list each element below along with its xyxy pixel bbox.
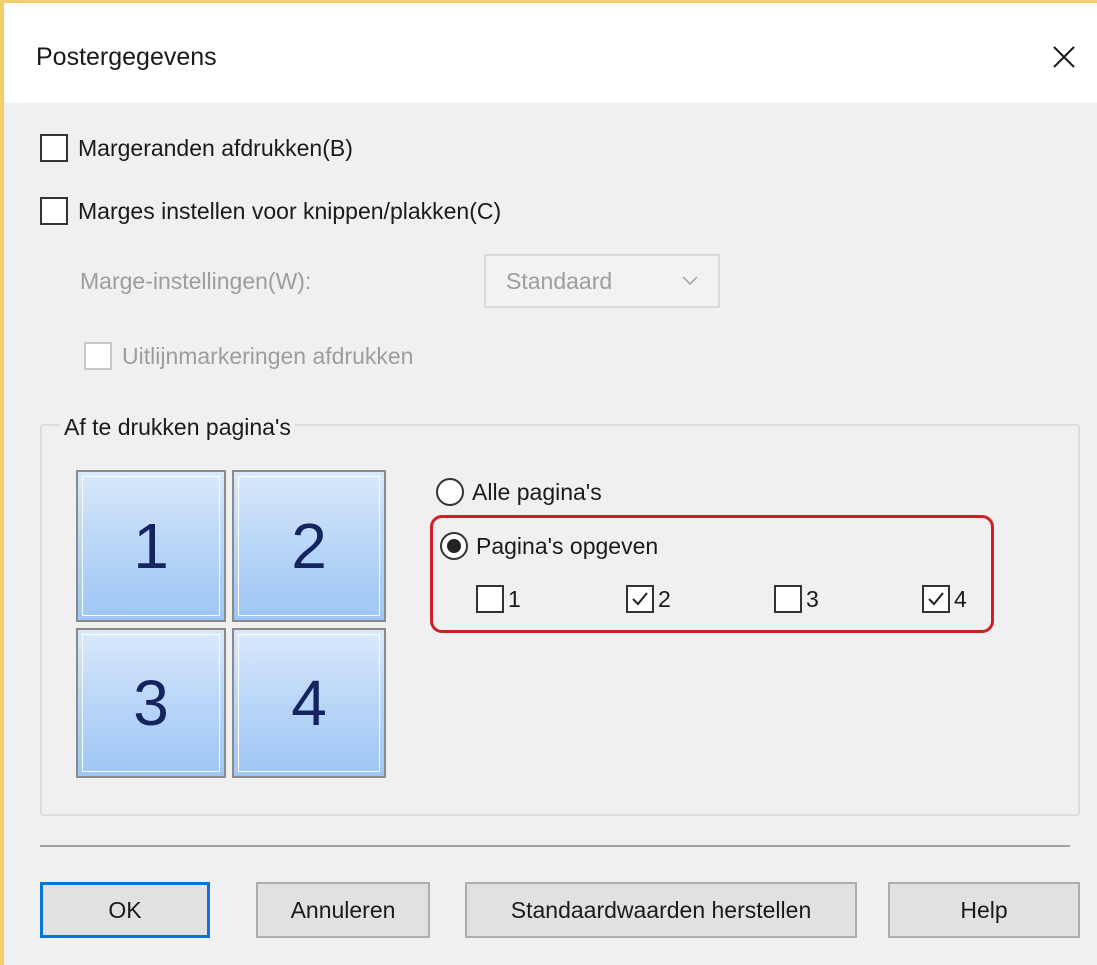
close-icon	[1053, 46, 1075, 68]
dialog-title: Postergegevens	[36, 43, 217, 71]
margin-settings-select[interactable]: Standaard	[484, 254, 720, 308]
checkmark-icon	[632, 592, 648, 606]
cut-paste-margins-checkbox[interactable]	[40, 197, 68, 225]
page-tile-1: 1	[76, 470, 226, 622]
page-checkbox-4[interactable]: 4	[922, 585, 967, 613]
margin-settings-value: Standaard	[506, 267, 613, 294]
cancel-button-label: Annuleren	[290, 896, 396, 923]
alignment-marks-option[interactable]: Uitlijnmarkeringen afdrukken	[84, 342, 413, 370]
cut-paste-margins-option[interactable]: Marges instellen voor knippen/plakken(C)	[40, 197, 501, 225]
restore-defaults-label: Standaardwaarden herstellen	[510, 896, 812, 923]
all-pages-label: Alle pagina's	[472, 478, 602, 505]
page-3-label: 3	[806, 585, 819, 612]
margin-settings-label: Marge-instellingen(W):	[80, 268, 312, 294]
margin-settings-row: Marge-instellingen(W):	[80, 268, 311, 295]
ok-button-label: OK	[108, 896, 142, 923]
ok-button[interactable]: OK	[40, 882, 210, 938]
page-tile-2: 2	[232, 470, 386, 622]
page-tile-number: 2	[291, 510, 327, 582]
all-pages-radio[interactable]	[436, 478, 464, 506]
print-margin-borders-label: Margeranden afdrukken(B)	[78, 134, 353, 161]
help-button-label: Help	[960, 896, 1008, 923]
title-bar: Postergegevens	[4, 3, 1097, 103]
specify-pages-option[interactable]: Pagina's opgeven	[440, 532, 658, 560]
window-border-left	[0, 0, 4, 965]
page-checkbox-1[interactable]: 1	[476, 585, 521, 613]
page-2-label: 2	[658, 585, 671, 612]
cut-paste-margins-label: Marges instellen voor knippen/plakken(C)	[78, 197, 502, 224]
checkmark-icon	[928, 592, 944, 606]
page-tile-3: 3	[76, 628, 226, 778]
close-button[interactable]	[1035, 31, 1093, 83]
page-3-checkbox[interactable]	[774, 585, 802, 613]
page-4-label: 4	[954, 585, 967, 612]
chevron-down-icon	[682, 276, 698, 286]
poster-details-dialog: Postergegevens Margeranden afdrukken(B) …	[0, 0, 1097, 965]
page-checkbox-2[interactable]: 2	[626, 585, 671, 613]
pages-to-print-legend: Af te drukken pagina's	[60, 414, 295, 441]
alignment-marks-checkbox[interactable]	[84, 342, 112, 370]
all-pages-option[interactable]: Alle pagina's	[436, 478, 602, 506]
page-tile-number: 1	[133, 510, 169, 582]
page-checkbox-3[interactable]: 3	[774, 585, 819, 613]
specify-pages-radio[interactable]	[440, 532, 468, 560]
page-tile-4: 4	[232, 628, 386, 778]
alignment-marks-label: Uitlijnmarkeringen afdrukken	[122, 342, 414, 369]
page-2-checkbox[interactable]	[626, 585, 654, 613]
print-margin-borders-option[interactable]: Margeranden afdrukken(B)	[40, 134, 353, 162]
print-margin-borders-checkbox[interactable]	[40, 134, 68, 162]
restore-defaults-button[interactable]: Standaardwaarden herstellen	[465, 882, 857, 938]
help-button[interactable]: Help	[888, 882, 1080, 938]
specify-pages-label: Pagina's opgeven	[476, 532, 659, 559]
cancel-button[interactable]: Annuleren	[256, 882, 430, 938]
radio-selected-dot	[447, 539, 461, 553]
page-1-label: 1	[508, 585, 521, 612]
page-1-checkbox[interactable]	[476, 585, 504, 613]
separator	[40, 845, 1070, 847]
page-tile-number: 3	[133, 667, 169, 739]
page-4-checkbox[interactable]	[922, 585, 950, 613]
page-tile-number: 4	[291, 667, 327, 739]
